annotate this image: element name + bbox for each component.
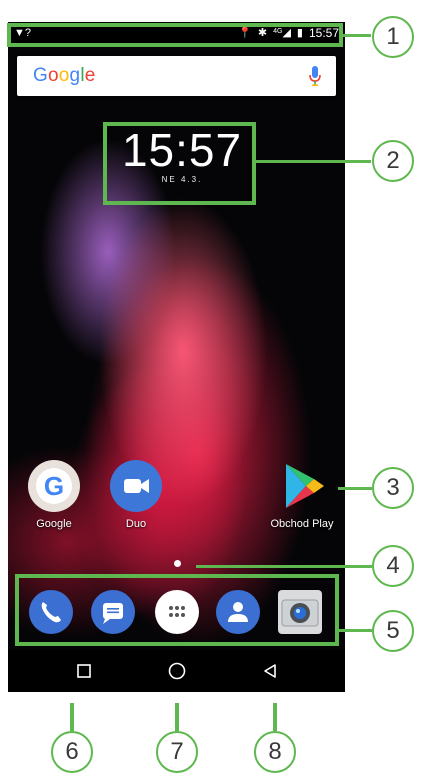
callout-5: 5 xyxy=(372,610,414,652)
page-indicator xyxy=(174,560,181,567)
recents-icon xyxy=(77,664,91,678)
callout-1: 1 xyxy=(372,16,414,58)
recents-button[interactable] xyxy=(54,650,114,692)
play-store-icon xyxy=(276,460,328,512)
callout-2: 2 xyxy=(372,140,414,182)
app-obchod-play[interactable]: Obchod Play xyxy=(262,460,342,530)
google-logo: Google xyxy=(33,65,96,86)
callout-line-5 xyxy=(339,629,372,632)
callout-3: 3 xyxy=(372,467,414,509)
callout-line-2 xyxy=(256,160,371,163)
callout-line-4 xyxy=(196,565,372,568)
google-search-bar[interactable]: Google xyxy=(17,56,336,96)
annotation-box-dock xyxy=(15,574,339,646)
svg-text:G: G xyxy=(44,471,64,501)
back-button[interactable] xyxy=(240,650,300,692)
callout-line-7 xyxy=(175,703,179,731)
google-icon: G xyxy=(28,460,80,512)
callout-line-1 xyxy=(343,34,371,37)
back-icon xyxy=(264,664,276,678)
home-button[interactable] xyxy=(147,650,207,692)
callout-7: 7 xyxy=(156,731,198,773)
navigation-bar xyxy=(8,650,345,692)
app-duo[interactable]: Duo xyxy=(96,460,176,530)
callout-4: 4 xyxy=(372,545,414,587)
callout-6: 6 xyxy=(51,731,93,773)
duo-icon xyxy=(110,460,162,512)
home-icon xyxy=(168,662,186,680)
callout-8: 8 xyxy=(254,731,296,773)
mic-icon[interactable] xyxy=(308,65,322,87)
annotation-box-status-bar xyxy=(7,23,343,47)
callout-line-6 xyxy=(70,703,74,731)
callout-line-8 xyxy=(273,703,277,731)
callout-line-3 xyxy=(338,487,372,490)
app-google[interactable]: G Google xyxy=(14,460,94,530)
annotation-box-clock xyxy=(103,122,256,205)
